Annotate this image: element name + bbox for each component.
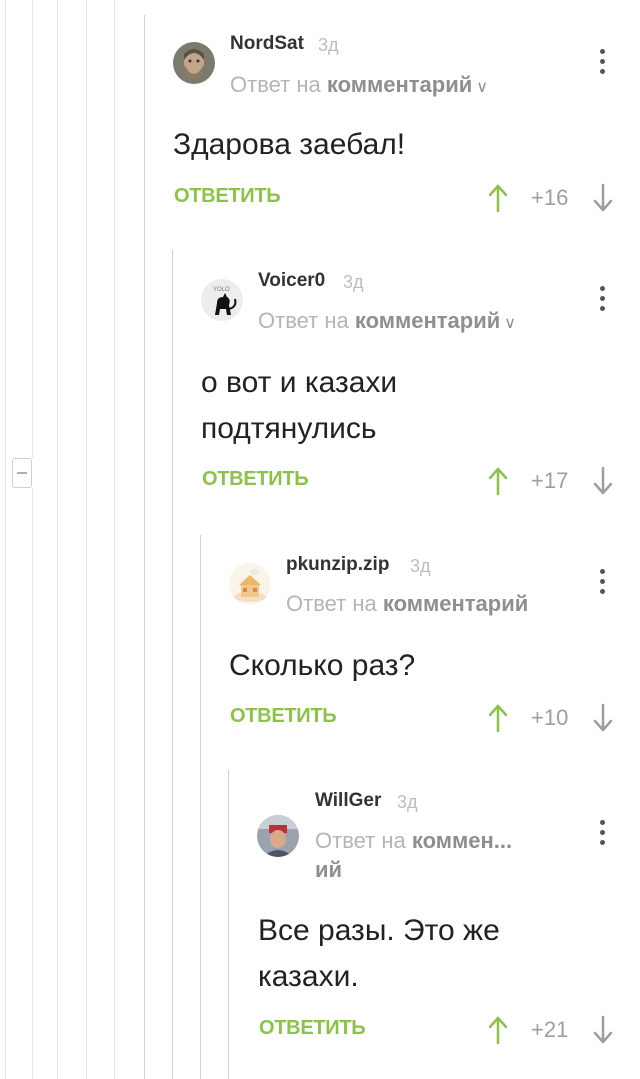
downvote-arrow-icon[interactable] <box>592 183 614 213</box>
upvote-arrow-icon[interactable] <box>487 183 509 213</box>
thread-line <box>86 0 87 1079</box>
reply-to[interactable]: Ответ на комментарий ∨ <box>230 72 488 98</box>
score: +17 <box>531 468 569 493</box>
reply-to-link[interactable]: комментарий <box>383 591 528 616</box>
comment-age: 3д <box>343 272 364 292</box>
thread-line <box>57 0 58 1079</box>
author-name[interactable]: WillGer <box>315 790 381 812</box>
reply-to[interactable]: Ответ на комментарий <box>286 591 528 617</box>
thread-line <box>144 15 145 1079</box>
reply-button[interactable]: ОТВЕТИТЬ <box>259 1017 366 1040</box>
avatar[interactable]: YOLO <box>201 279 243 321</box>
chevron-down-icon[interactable]: ∨ <box>504 315 516 332</box>
reply-to-prefix: Ответ на <box>258 308 349 333</box>
thread-line <box>32 0 33 458</box>
minus-icon <box>17 472 27 474</box>
comment-text: Здарова заебал! <box>173 128 406 161</box>
avatar[interactable] <box>173 42 215 84</box>
more-menu-icon[interactable] <box>599 569 605 594</box>
reply-to-link[interactable]: комментарий <box>327 72 472 97</box>
comment-age: 3д <box>318 35 339 55</box>
avatar[interactable] <box>257 815 299 857</box>
author-name[interactable]: pkunzip.zip <box>286 554 389 576</box>
reply-button[interactable]: ОТВЕТИТЬ <box>202 468 309 491</box>
comment-age: 3д <box>410 556 431 576</box>
upvote-arrow-icon[interactable] <box>487 703 509 733</box>
upvote-arrow-icon[interactable] <box>487 466 509 496</box>
comment-age: 3д <box>397 792 418 812</box>
thread-line <box>200 535 201 1079</box>
bearded-man-photo-icon <box>173 42 215 84</box>
author-name[interactable]: NordSat <box>230 33 304 55</box>
reply-to-prefix: Ответ на <box>315 828 406 853</box>
more-menu-icon[interactable] <box>599 49 605 74</box>
collapse-thread-button[interactable] <box>12 458 32 488</box>
black-cat-sticker-icon: YOLO <box>201 279 243 321</box>
comment-text: Сколько раз? <box>229 649 416 682</box>
reply-to[interactable]: Ответ на комментарий ∨ <box>258 308 516 334</box>
thread-line <box>5 0 6 1079</box>
chevron-down-icon[interactable]: ∨ <box>476 79 488 96</box>
score: +10 <box>531 705 569 730</box>
more-menu-icon[interactable] <box>599 820 605 845</box>
more-menu-icon[interactable] <box>599 286 605 311</box>
reply-button[interactable]: ОТВЕТИТЬ <box>174 185 281 208</box>
person-photo-icon <box>257 815 299 857</box>
cartoon-house-icon <box>229 563 271 605</box>
upvote-arrow-icon[interactable] <box>487 1015 509 1045</box>
avatar[interactable] <box>229 563 271 605</box>
comment-text: о вот и казахи подтянулись <box>201 366 398 445</box>
thread-line <box>228 770 229 1079</box>
reply-to[interactable]: Ответ на коммен... <box>315 828 512 854</box>
comment-text: Все разы. Это же казахи. <box>258 914 500 993</box>
downvote-arrow-icon[interactable] <box>592 466 614 496</box>
thread-line <box>32 488 33 1079</box>
downvote-arrow-icon[interactable] <box>592 703 614 733</box>
thread-line <box>172 250 173 1079</box>
reply-to-link[interactable]: комментарий <box>355 308 500 333</box>
reply-to-prefix: Ответ на <box>230 72 321 97</box>
score: +21 <box>531 1017 569 1042</box>
score: +16 <box>531 185 569 210</box>
author-name[interactable]: Voicer0 <box>258 270 325 292</box>
downvote-arrow-icon[interactable] <box>592 1015 614 1045</box>
svg-text:YOLO: YOLO <box>213 287 230 293</box>
reply-to-prefix: Ответ на <box>286 591 377 616</box>
thread-line <box>114 0 115 1079</box>
reply-to-link[interactable]: коммен... <box>412 828 512 853</box>
reply-to-link-overflow[interactable]: ий <box>315 857 342 883</box>
reply-button[interactable]: ОТВЕТИТЬ <box>230 705 337 728</box>
